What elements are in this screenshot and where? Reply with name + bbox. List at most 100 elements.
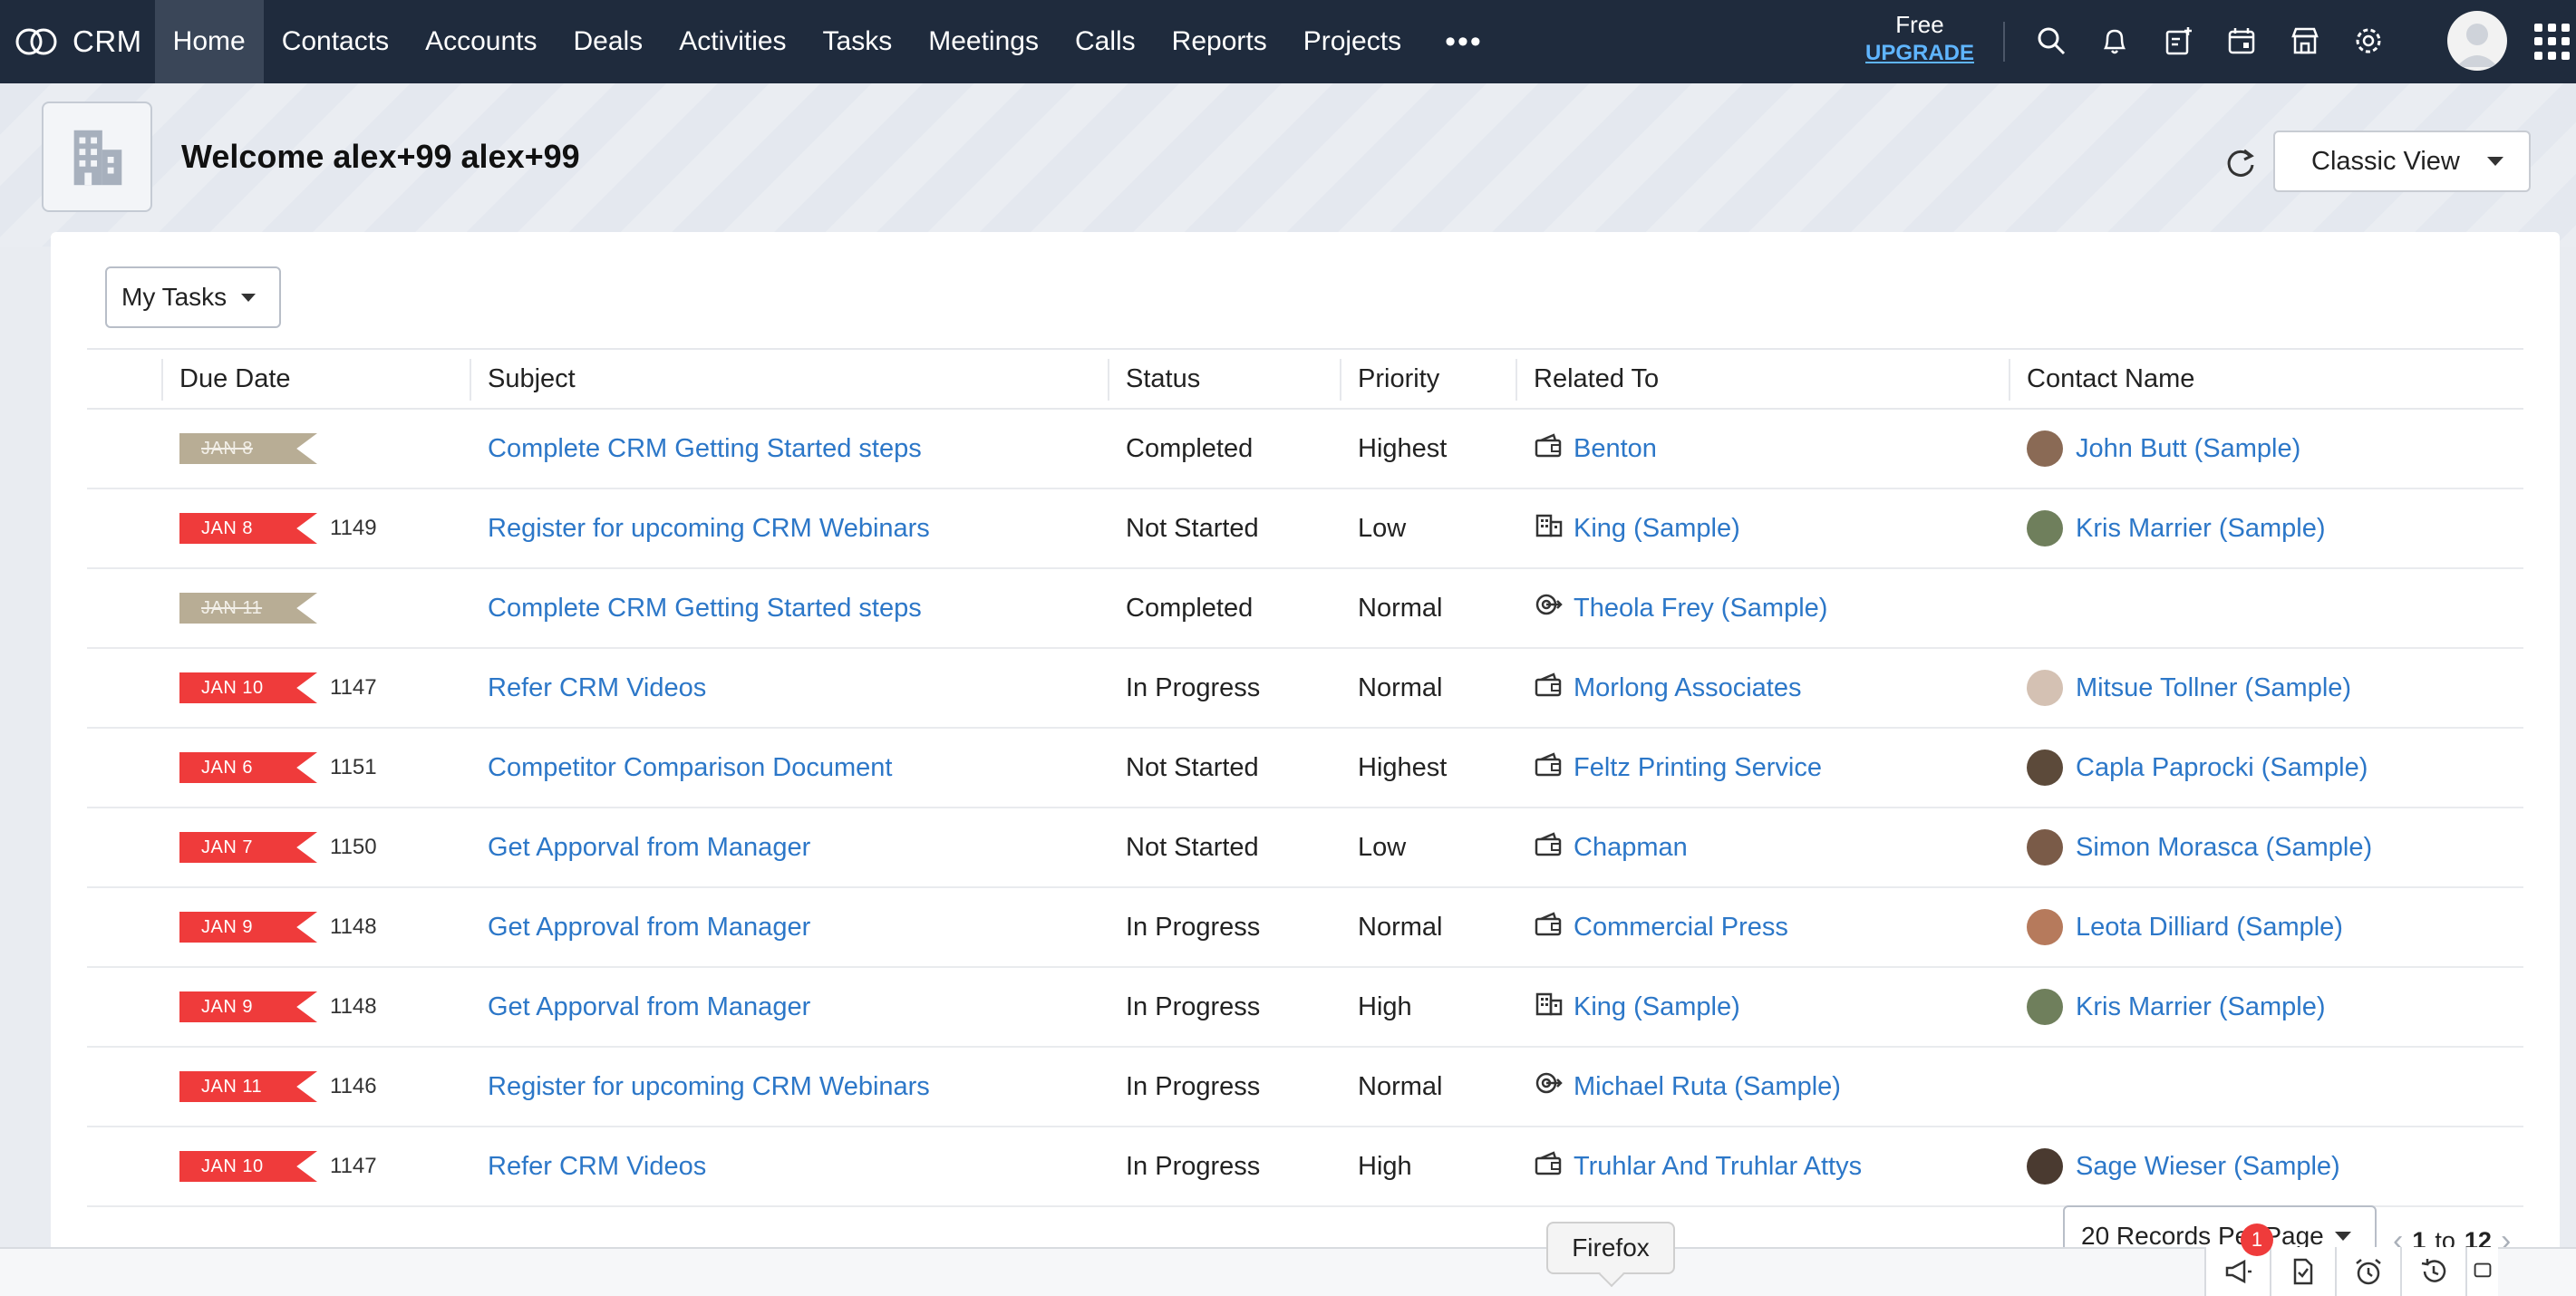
due-date-flag: JAN 6 <box>179 752 317 783</box>
checklist-icon[interactable] <box>2270 1247 2335 1296</box>
contact-avatar <box>2027 1148 2063 1185</box>
related-to-link[interactable]: King (Sample) <box>1574 992 1740 1022</box>
contact-name-link[interactable]: Simon Morasca (Sample) <box>2076 833 2372 863</box>
row-select-cell[interactable] <box>87 808 161 888</box>
contact-name-link[interactable]: Leota Dilliard (Sample) <box>2076 913 2343 943</box>
row-select-cell[interactable] <box>87 1127 161 1207</box>
nav-tab-deals[interactable]: Deals <box>555 0 661 83</box>
chat-icon[interactable] <box>2465 1247 2498 1296</box>
table-row[interactable]: JAN 6 1151 Competitor Comparison Documen… <box>87 728 2523 808</box>
related-to-link[interactable]: King (Sample) <box>1574 514 1740 544</box>
refresh-icon[interactable] <box>2221 143 2261 183</box>
row-select-cell[interactable] <box>87 1047 161 1127</box>
task-subject-link[interactable]: Get Approval from Manager <box>488 913 810 942</box>
contact-name-link[interactable]: Capla Paprocki (Sample) <box>2076 753 2368 783</box>
related-to-cell: Morlong Associates <box>1516 648 2009 729</box>
task-number: 1150 <box>330 835 377 859</box>
due-date-cell: JAN 8 <box>161 409 470 489</box>
related-to-link[interactable]: Commercial Press <box>1574 913 1788 943</box>
related-to-link[interactable]: Theola Frey (Sample) <box>1574 594 1827 624</box>
contact-name-link[interactable]: Sage Wieser (Sample) <box>2076 1152 2340 1182</box>
related-to-link[interactable]: Chapman <box>1574 833 1688 863</box>
task-subject-link[interactable]: Competitor Comparison Document <box>488 753 892 782</box>
row-select-cell[interactable] <box>87 409 161 489</box>
nav-tab-tasks[interactable]: Tasks <box>805 0 911 83</box>
related-to-link[interactable]: Michael Ruta (Sample) <box>1574 1072 1841 1102</box>
task-subject-link[interactable]: Register for upcoming CRM Webinars <box>488 1072 930 1101</box>
status-cell: In Progress <box>1108 887 1340 968</box>
bell-icon[interactable] <box>2092 18 2137 63</box>
table-row[interactable]: JAN 11 1146 Register for upcoming CRM We… <box>87 1047 2523 1127</box>
subject-cell: Register for upcoming CRM Webinars <box>470 1047 1108 1127</box>
related-to-link[interactable]: Truhlar And Truhlar Attys <box>1574 1152 1862 1182</box>
task-subject-link[interactable]: Refer CRM Videos <box>488 1152 706 1181</box>
marketplace-icon[interactable] <box>2282 18 2328 63</box>
table-row[interactable]: JAN 8 Complete CRM Getting Started steps… <box>87 409 2523 489</box>
task-subject-link[interactable]: Register for upcoming CRM Webinars <box>488 514 930 543</box>
related-to-link[interactable]: Benton <box>1574 434 1657 464</box>
contact-name-link[interactable]: Mitsue Tollner (Sample) <box>2076 673 2351 703</box>
deal-icon <box>1534 830 1564 865</box>
gear-icon[interactable] <box>2346 18 2391 63</box>
table-row[interactable]: JAN 9 1148 Get Apporval from Manager In … <box>87 967 2523 1048</box>
task-subject-link[interactable]: Refer CRM Videos <box>488 673 706 702</box>
search-icon[interactable] <box>2029 18 2074 63</box>
plan-indicator: Free UPGRADE <box>1865 11 1974 66</box>
task-subject-link[interactable]: Get Apporval from Manager <box>488 992 810 1021</box>
due-date-cell: JAN 7 1150 <box>161 808 470 888</box>
row-select-cell[interactable] <box>87 568 161 649</box>
user-avatar[interactable] <box>2447 11 2507 71</box>
related-to-cell: King (Sample) <box>1516 488 2009 569</box>
table-row[interactable]: JAN 11 Complete CRM Getting Started step… <box>87 568 2523 649</box>
due-date-flag: JAN 8 <box>179 513 317 544</box>
apps-grid-icon[interactable] <box>2534 24 2571 60</box>
quick-create-icon[interactable] <box>2155 18 2201 63</box>
tasks-card: My Tasks Due Date Subject Status Priorit… <box>51 232 2560 1296</box>
crm-logo[interactable]: CRM <box>0 0 155 83</box>
column-header-priority[interactable]: Priority <box>1340 348 1516 410</box>
status-cell: Completed <box>1108 568 1340 649</box>
subject-cell: Complete CRM Getting Started steps <box>470 409 1108 489</box>
contact-name-cell <box>2009 1047 2523 1127</box>
table-row[interactable]: JAN 10 1147 Refer CRM Videos In Progress… <box>87 648 2523 729</box>
contact-name-link[interactable]: Kris Marrier (Sample) <box>2076 514 2326 544</box>
nav-tab-accounts[interactable]: Accounts <box>407 0 555 83</box>
related-to-link[interactable]: Morlong Associates <box>1574 673 1801 703</box>
task-subject-link[interactable]: Complete CRM Getting Started steps <box>488 594 922 623</box>
table-row[interactable]: JAN 9 1148 Get Approval from Manager In … <box>87 887 2523 968</box>
nav-tab-projects[interactable]: Projects <box>1285 0 1419 83</box>
deal-icon <box>1534 750 1564 785</box>
table-row[interactable]: JAN 7 1150 Get Apporval from Manager Not… <box>87 808 2523 888</box>
nav-tab-contacts[interactable]: Contacts <box>264 0 407 83</box>
column-header-contact-name[interactable]: Contact Name <box>2009 348 2523 410</box>
nav-tab-calls[interactable]: Calls <box>1057 0 1154 83</box>
more-nav-icon[interactable]: ••• <box>1419 0 1508 83</box>
related-to-link[interactable]: Feltz Printing Service <box>1574 753 1822 783</box>
calendar-icon[interactable] <box>2219 18 2264 63</box>
row-select-cell[interactable] <box>87 728 161 808</box>
task-subject-link[interactable]: Get Apporval from Manager <box>488 833 810 862</box>
row-select-cell[interactable] <box>87 488 161 569</box>
upgrade-link[interactable]: UPGRADE <box>1865 41 1974 66</box>
nav-tab-home[interactable]: Home <box>154 0 264 83</box>
task-subject-link[interactable]: Complete CRM Getting Started steps <box>488 434 922 463</box>
contact-name-link[interactable]: Kris Marrier (Sample) <box>2076 992 2326 1022</box>
chevron-down-icon <box>2487 157 2503 166</box>
contact-name-link[interactable]: John Butt (Sample) <box>2076 434 2300 464</box>
nav-tab-reports[interactable]: Reports <box>1154 0 1285 83</box>
column-header-status[interactable]: Status <box>1108 348 1340 410</box>
table-row[interactable]: JAN 10 1147 Refer CRM Videos In Progress… <box>87 1127 2523 1207</box>
view-dropdown[interactable]: Classic View <box>2273 131 2531 192</box>
column-header-related-to[interactable]: Related To <box>1516 348 2009 410</box>
my-tasks-filter[interactable]: My Tasks <box>105 266 281 328</box>
history-icon[interactable] <box>2400 1247 2465 1296</box>
row-select-cell[interactable] <box>87 887 161 968</box>
nav-tab-meetings[interactable]: Meetings <box>910 0 1057 83</box>
alarm-clock-icon[interactable] <box>2335 1247 2400 1296</box>
table-row[interactable]: JAN 8 1149 Register for upcoming CRM Web… <box>87 488 2523 569</box>
nav-tab-activities[interactable]: Activities <box>661 0 804 83</box>
column-header-due-date[interactable]: Due Date <box>161 348 470 410</box>
row-select-cell[interactable] <box>87 967 161 1048</box>
column-header-subject[interactable]: Subject <box>470 348 1108 410</box>
row-select-cell[interactable] <box>87 648 161 729</box>
